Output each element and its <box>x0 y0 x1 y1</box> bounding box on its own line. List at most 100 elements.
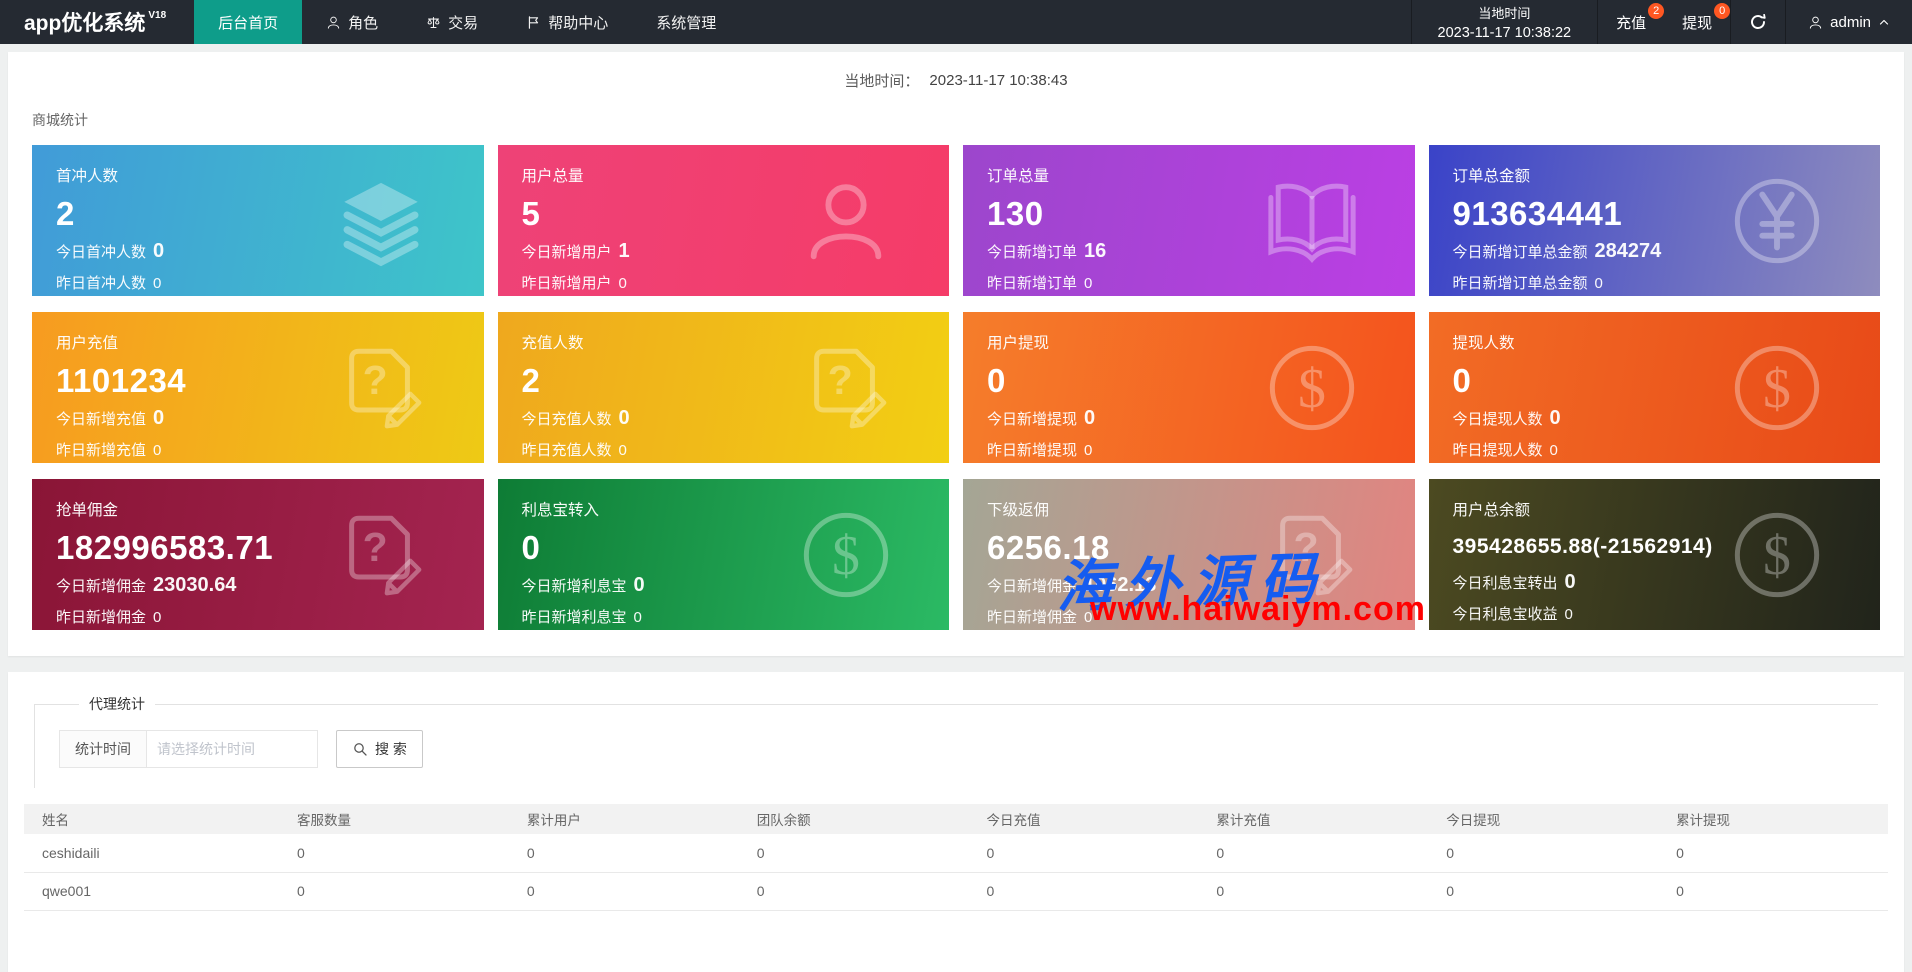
main-content: 当地时间： 2023-11-17 10:38:43 商城统计 首冲人数 2 今日… <box>0 52 1912 972</box>
stat-card: 用户总余额 395428655.88(-21562914) 今日利息宝转出 0 今… <box>1428 479 1880 630</box>
table-cell: 0 <box>279 872 509 911</box>
card-line1-value: 0 <box>1564 571 1576 593</box>
dollar-circle-icon <box>1730 508 1824 602</box>
withdraw-button[interactable]: 提现 0 <box>1664 0 1731 44</box>
stat-card: 抢单佣金 182996583.71 今日新增佣金 23030.64 昨日新增佣金 0 <box>32 479 484 630</box>
card-line2-value: 0 <box>633 609 642 626</box>
card-line1-label: 今日首冲人数 <box>56 244 147 261</box>
agent-table: 姓名 客服数量 累计用户 团队余额 今日充值 累计充值 今日提现 累计提现 ceshidail… <box>24 804 1888 911</box>
page-time-value: 2023-11-17 10:38:43 <box>929 71 1068 89</box>
app-version: V18 <box>148 9 167 21</box>
card-line1-value: 0 <box>153 240 165 262</box>
card-line2-value: 0 <box>1594 275 1603 292</box>
card-line2-label: 今日利息宝收益 <box>1452 606 1558 623</box>
search-icon <box>352 741 368 757</box>
menu-item-trade[interactable]: 交易 <box>402 0 502 44</box>
stat-card: 提现人数 0 今日提现人数 0 昨日提现人数 0 <box>1428 312 1880 463</box>
table-cell: qwe001 <box>24 872 279 911</box>
menu-label: 后台首页 <box>218 14 279 32</box>
withdraw-label: 提现 <box>1682 14 1713 32</box>
card-line2-value: 0 <box>153 442 162 459</box>
username: admin <box>1830 13 1871 31</box>
menu-item-help-center[interactable]: 帮助中心 <box>502 0 632 44</box>
withdraw-badge: 0 <box>1714 3 1731 19</box>
card-line2-label: 昨日提现人数 <box>1452 442 1543 459</box>
menu-item-roles[interactable]: 角色 <box>302 0 402 44</box>
agent-filter-form: 统计时间 搜 索 <box>59 730 1878 768</box>
column-header: 今日提现 <box>1428 804 1659 834</box>
card-line2-value: 0 <box>618 275 627 292</box>
refresh-button[interactable] <box>1730 0 1787 44</box>
table-cell: 0 <box>508 834 739 873</box>
column-header: 客服数量 <box>279 804 509 834</box>
card-line1-label: 今日新增充值 <box>56 411 147 428</box>
recharge-label: 充值 <box>1616 14 1647 32</box>
stat-time-input[interactable] <box>146 730 318 768</box>
page-local-time: 当地时间： 2023-11-17 10:38:43 <box>32 70 1880 90</box>
column-header: 今日充值 <box>968 804 1199 834</box>
section-title-agent: 代理统计 <box>89 696 145 712</box>
table-cell: 0 <box>738 872 969 911</box>
refresh-icon <box>1749 13 1767 31</box>
column-header: 累计提现 <box>1658 804 1888 834</box>
stat-card: 首冲人数 2 今日首冲人数 0 昨日首冲人数 0 <box>32 145 484 296</box>
table-cell: 0 <box>1198 872 1429 911</box>
card-line1-label: 今日新增订单 <box>987 244 1078 261</box>
card-line1-label: 今日充值人数 <box>521 411 612 428</box>
card-line2-label: 昨日新增订单 <box>987 275 1078 292</box>
app-logo-text: app优化系统 <box>24 12 146 35</box>
card-line2-label: 昨日新增利息宝 <box>521 609 627 626</box>
card-line2-label: 昨日充值人数 <box>521 442 612 459</box>
table-body: ceshidaili 0 0 0 0 0 0 0 qwe001 0 0 0 0 0 0 0 <box>24 834 1888 911</box>
card-line2-label: 昨日新增佣金 <box>56 609 147 626</box>
card-line1-value: 0 <box>618 407 630 429</box>
table-header-row: 姓名 客服数量 累计用户 团队余额 今日充值 累计充值 今日提现 累计提现 <box>24 804 1888 834</box>
table-cell: 0 <box>968 834 1199 873</box>
menu-item-system[interactable]: 系统管理 <box>632 0 740 44</box>
dollar-circle-icon <box>1730 341 1824 435</box>
card-line2-value: 0 <box>153 275 162 292</box>
column-header: 累计用户 <box>508 804 739 834</box>
card-line2-value: 0 <box>1549 442 1558 459</box>
card-line2-label: 昨日新增佣金 <box>987 609 1078 626</box>
stat-card: 下级返佣 6256.18 今日新增佣金 1062.13 昨日新增佣金 0 <box>963 479 1415 630</box>
card-line1-value: 23030.64 <box>153 574 237 596</box>
user-menu[interactable]: admin <box>1786 0 1912 44</box>
column-header: 姓名 <box>24 804 279 834</box>
menu-label: 交易 <box>448 14 479 32</box>
stat-card: 订单总量 130 今日新增订单 16 昨日新增订单 0 <box>963 145 1415 296</box>
recharge-badge: 2 <box>1648 3 1665 19</box>
column-header: 累计充值 <box>1198 804 1429 834</box>
card-line1-label: 今日新增订单总金额 <box>1452 244 1588 261</box>
card-line2-value: 0 <box>1084 609 1093 626</box>
card-line1-label: 今日利息宝转出 <box>1452 575 1558 592</box>
stat-card: 充值人数 2 今日充值人数 0 昨日充值人数 0 <box>497 312 949 463</box>
recharge-button[interactable]: 充值 2 <box>1598 0 1665 44</box>
dollar-circle-icon <box>1265 341 1359 435</box>
doc-question-icon <box>1265 508 1359 602</box>
table-cell: 0 <box>1198 834 1429 873</box>
stat-card: 利息宝转入 0 今日新增利息宝 0 昨日新增利息宝 0 <box>497 479 949 630</box>
table-cell: 0 <box>968 872 1199 911</box>
card-line2-value: 0 <box>1084 442 1093 459</box>
agent-stats-panel: 代理统计 统计时间 搜 索 姓名客服数量累计用户团队余额今日充值累计充值今日提现… <box>8 672 1904 972</box>
flag-icon <box>526 15 541 30</box>
mall-stats-panel: 当地时间： 2023-11-17 10:38:43 商城统计 首冲人数 2 今日… <box>8 52 1904 656</box>
local-time-value: 2023-11-17 10:38:22 <box>1437 25 1572 41</box>
person-icon <box>326 15 341 30</box>
menu-label: 角色 <box>348 14 379 32</box>
card-line1-value: 0 <box>1084 407 1096 429</box>
chevron-up-icon <box>1878 16 1890 28</box>
doc-question-icon <box>334 508 428 602</box>
table-cell: 0 <box>1658 872 1888 911</box>
card-line1-label: 今日新增佣金 <box>56 578 147 595</box>
card-line1-value: 1062.13 <box>1084 574 1157 596</box>
table-cell: 0 <box>738 834 969 873</box>
menu-label: 帮助中心 <box>548 14 609 32</box>
menu-item-dashboard[interactable]: 后台首页 <box>194 0 303 44</box>
card-line2-label: 昨日新增用户 <box>521 275 612 292</box>
card-line1-value: 0 <box>1549 407 1561 429</box>
card-line1-label: 今日新增提现 <box>987 411 1078 428</box>
search-label: 搜 索 <box>375 741 407 757</box>
search-button[interactable]: 搜 索 <box>336 730 423 768</box>
